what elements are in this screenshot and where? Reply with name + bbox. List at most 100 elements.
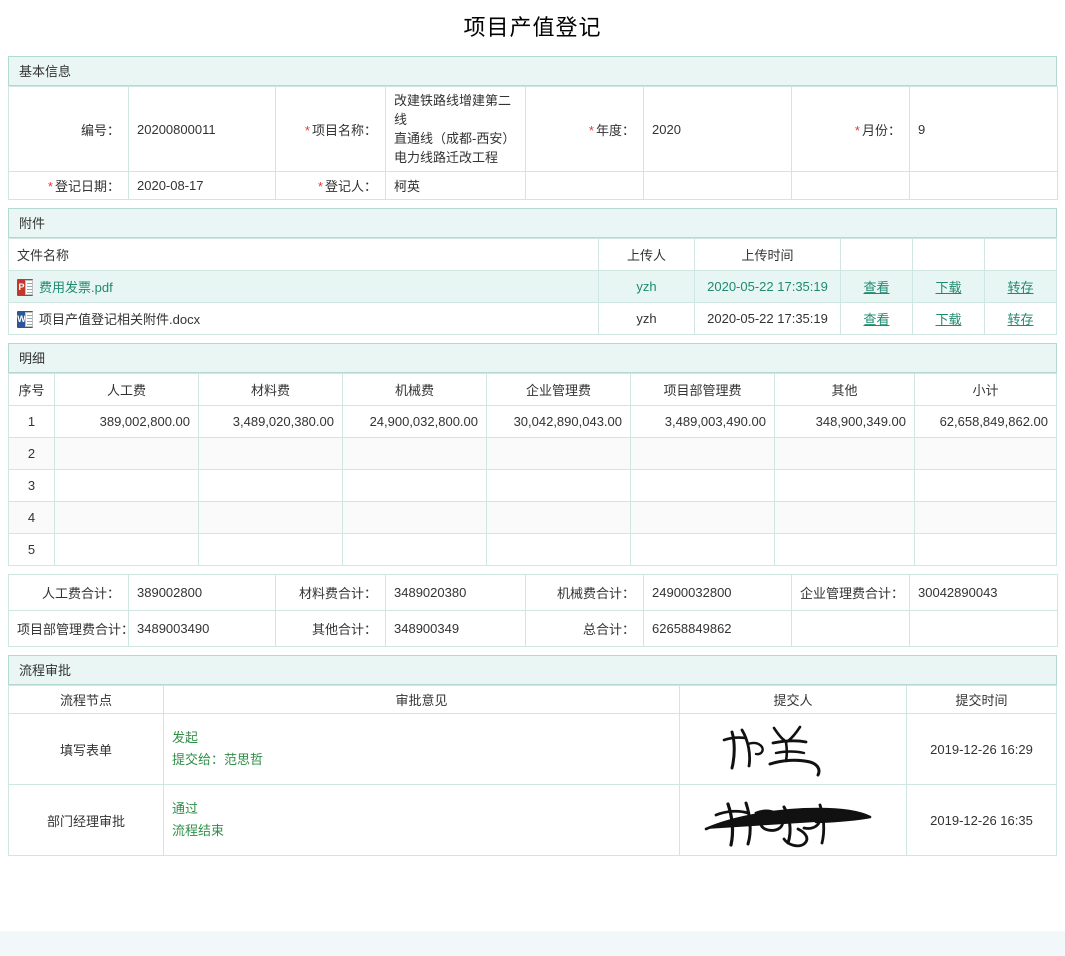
column-header-node: 流程节点 <box>8 685 164 714</box>
detail-enterprise <box>486 469 631 502</box>
download-link[interactable]: 下载 <box>935 312 961 327</box>
workflow-node: 填写表单 <box>8 713 164 785</box>
detail-index: 5 <box>8 533 55 566</box>
detail-index: 4 <box>8 501 55 534</box>
detail-material <box>198 533 343 566</box>
column-header-material: 材料费 <box>198 373 343 406</box>
detail-labor <box>54 533 199 566</box>
code-value: 20200800011 <box>128 86 276 172</box>
transfer-save-link[interactable]: 转存 <box>1007 312 1033 327</box>
table-row: 人工费合计： 389002800 材料费合计： 3489020380 机械费合计… <box>8 574 1058 611</box>
empty-cell <box>909 610 1058 647</box>
footer-bar <box>0 931 1065 956</box>
attachment-filename-link[interactable]: 费用发票.pdf <box>39 280 113 295</box>
project-name-label: * 项目名称： <box>275 86 386 172</box>
detail-machine <box>342 437 487 470</box>
month-value: 9 <box>909 86 1058 172</box>
column-header-labor: 人工费 <box>54 373 199 406</box>
column-header-submittime: 提交时间 <box>906 685 1057 714</box>
column-header-filename: 文件名称 <box>8 238 599 271</box>
view-link[interactable]: 查看 <box>863 280 889 295</box>
pdf-file-icon: P <box>17 279 33 296</box>
enterprise-sum-value: 30042890043 <box>909 574 1058 611</box>
detail-labor <box>54 437 199 470</box>
detail-deptmgmt <box>630 501 775 534</box>
other-sum-value: 348900349 <box>385 610 526 647</box>
detail-deptmgmt <box>630 533 775 566</box>
column-header-machine: 机械费 <box>342 373 487 406</box>
attachment-uploader: yzh <box>598 270 695 303</box>
basic-info-section: 基本信息 编号： 20200800011 * 项目名称： 改建铁路线增建第二线 直… <box>8 56 1058 200</box>
transfer-save-link[interactable]: 转存 <box>1007 280 1033 295</box>
enterprise-sum-label: 企业管理费合计： <box>791 574 910 611</box>
table-row: 项目部管理费合计： 3489003490 其他合计： 348900349 总合计… <box>8 610 1058 647</box>
detail-table-header-row: 序号 人工费 材料费 机械费 企业管理费 项目部管理费 其他 小计 <box>8 373 1057 406</box>
machine-sum-value: 24900032800 <box>643 574 792 611</box>
empty-cell <box>909 171 1058 200</box>
code-label: 编号： <box>8 86 129 172</box>
sums-section: 人工费合计： 389002800 材料费合计： 3489020380 机械费合计… <box>8 574 1058 647</box>
detail-deptmgmt: 3,489,003,490.00 <box>630 405 775 438</box>
column-header-deptmgmt: 项目部管理费 <box>630 373 775 406</box>
column-header-subtotal: 小计 <box>914 373 1057 406</box>
empty-cell <box>791 171 910 200</box>
material-sum-value: 3489020380 <box>385 574 526 611</box>
column-header-blank-2 <box>912 238 985 271</box>
attachment-filename-cell[interactable]: W 项目产值登记相关附件.docx <box>8 302 599 335</box>
table-row[interactable]: 1 389,002,800.00 3,489,020,380.00 24,900… <box>8 405 1057 438</box>
required-star-icon: * <box>588 122 594 138</box>
table-row[interactable]: 3 <box>8 469 1057 502</box>
table-row[interactable]: 5 <box>8 533 1057 566</box>
table-row[interactable]: W 项目产值登记相关附件.docx yzh 2020-05-22 17:35:1… <box>8 302 1057 335</box>
download-link[interactable]: 下载 <box>935 280 961 295</box>
detail-machine: 24,900,032,800.00 <box>342 405 487 438</box>
registrant-value: 柯英 <box>385 171 526 200</box>
attachment-table: 文件名称 上传人 上传时间 P 费用发票.pdf yzh 2020-05-22 … <box>8 238 1057 335</box>
page-title: 项目产值登记 <box>463 15 602 40</box>
column-header-uploader: 上传人 <box>598 238 695 271</box>
attachment-uploader: yzh <box>598 302 695 335</box>
detail-deptmgmt <box>630 437 775 470</box>
detail-enterprise <box>486 501 631 534</box>
detail-enterprise <box>486 533 631 566</box>
workflow-signature-cell <box>679 784 907 856</box>
attachment-section-header: 附件 <box>8 208 1057 238</box>
deptmgmt-sum-label: 项目部管理费合计： <box>8 610 134 647</box>
register-date-label: * 登记日期： <box>8 171 129 200</box>
detail-subtotal <box>914 533 1057 566</box>
project-name-line-3: 电力线路迁改工程 <box>394 150 499 165</box>
table-row[interactable]: P 费用发票.pdf yzh 2020-05-22 17:35:19 查看 下载… <box>8 270 1057 303</box>
basic-info-section-header: 基本信息 <box>8 56 1057 86</box>
table-row[interactable]: 2 <box>8 437 1057 470</box>
detail-subtotal: 62,658,849,862.00 <box>914 405 1057 438</box>
detail-machine <box>342 533 487 566</box>
year-label: * 年度： <box>525 86 644 172</box>
workflow-opinion: 通过 流程结束 <box>163 784 680 856</box>
project-name-line-2: 直通线（成都-西安） <box>394 131 516 146</box>
attachment-table-header-row: 文件名称 上传人 上传时间 <box>8 238 1057 271</box>
table-row: 填写表单 发起 提交给：范思哲 2019-12-26 16:29 <box>8 713 1057 785</box>
attachment-filename-text: 项目产值登记相关附件.docx <box>39 312 201 327</box>
total-sum-label: 总合计： <box>525 610 644 647</box>
table-row: 部门经理审批 通过 流程结束 2019-12-26 16:35 <box>8 784 1057 856</box>
labor-sum-label: 人工费合计： <box>8 574 129 611</box>
attachment-uploadtime: 2020-05-22 17:35:19 <box>694 270 841 303</box>
required-star-icon: * <box>854 122 860 138</box>
column-header-opinion: 审批意见 <box>163 685 680 714</box>
register-date-value: 2020-08-17 <box>128 171 276 200</box>
required-star-icon: * <box>317 179 323 194</box>
attachment-filename-cell[interactable]: P 费用发票.pdf <box>8 270 599 303</box>
detail-other <box>774 533 915 566</box>
required-star-icon: * <box>304 122 310 138</box>
deptmgmt-sum-value: 3489003490 <box>128 610 276 647</box>
detail-section: 明细 序号 人工费 材料费 机械费 企业管理费 项目部管理费 其他 小计 1 3… <box>8 343 1057 566</box>
view-link[interactable]: 查看 <box>863 312 889 327</box>
table-row[interactable]: 4 <box>8 501 1057 534</box>
detail-index: 2 <box>8 437 55 470</box>
detail-other <box>774 437 915 470</box>
registrant-label: * 登记人： <box>275 171 386 200</box>
project-name-value: 改建铁路线增建第二线 直通线（成都-西安） 电力线路迁改工程 <box>385 86 526 172</box>
required-star-icon: * <box>47 179 53 194</box>
workflow-node: 部门经理审批 <box>8 784 164 856</box>
detail-material <box>198 437 343 470</box>
